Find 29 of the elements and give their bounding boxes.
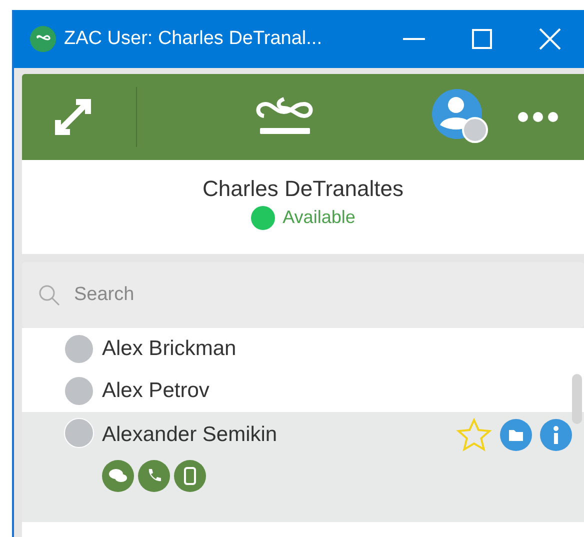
contact-row[interactable]: Alex Petrov [22, 370, 584, 412]
expand-button[interactable] [52, 96, 94, 138]
mobile-phone-icon[interactable] [174, 460, 206, 492]
contact-name: Alex Petrov [102, 378, 210, 404]
window-title: ZAC User: Charles DeTranal... [64, 26, 323, 51]
status-text: Available [282, 206, 356, 229]
chat-icon[interactable] [102, 460, 134, 492]
contact-row[interactable]: Alex Brickman [22, 328, 584, 370]
star-icon[interactable] [456, 418, 492, 452]
profile-avatar-button[interactable] [432, 89, 488, 145]
search-field[interactable]: Search [22, 262, 584, 328]
avatar-icon [432, 89, 488, 145]
more-icon [518, 112, 558, 122]
expand-icon [52, 96, 94, 138]
maximize-icon [472, 29, 492, 49]
folder-icon[interactable] [500, 419, 532, 451]
contact-row[interactable]: Alexander Semikin [22, 412, 584, 522]
phone-icon[interactable] [138, 460, 170, 492]
close-icon [539, 28, 561, 50]
scrollbar-thumb[interactable] [572, 374, 582, 424]
contact-name: Alexander Semikin [102, 422, 278, 448]
presence-dot [64, 334, 94, 364]
contact-name: Alex Brickman [102, 336, 238, 362]
app-logo-icon [30, 26, 56, 52]
minimize-icon [403, 38, 425, 40]
presence-dot [64, 376, 94, 406]
presence-dot [64, 418, 94, 448]
info-icon[interactable] [540, 419, 572, 451]
user-name: Charles DeTranaltes [202, 176, 404, 202]
